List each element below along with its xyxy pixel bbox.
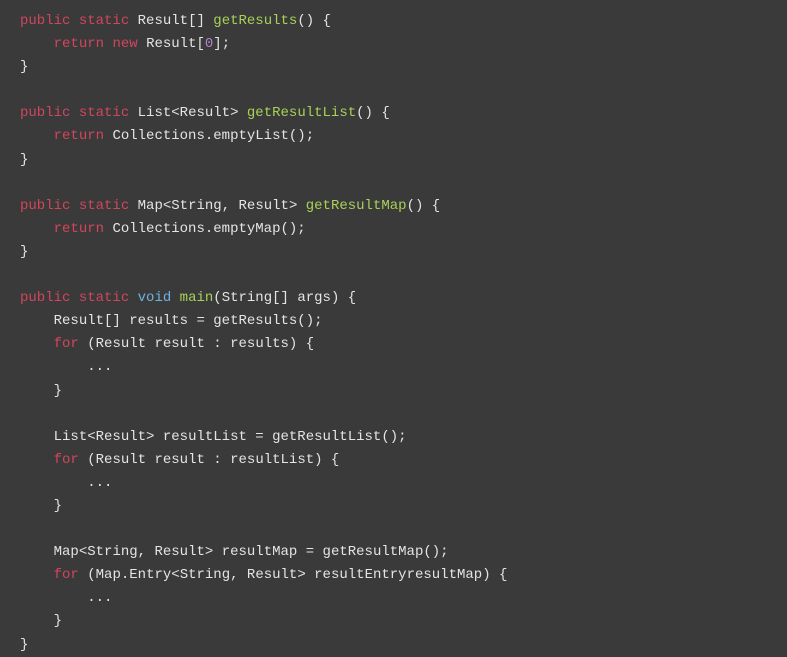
ellipsis: ... xyxy=(87,359,112,375)
keyword-for: for xyxy=(54,336,79,352)
keyword-return: return xyxy=(54,36,104,52)
method-getresultmap: getResultMap xyxy=(306,198,407,214)
code-block: public static Result[] getResults() { re… xyxy=(20,10,767,657)
type-result: Result xyxy=(138,13,188,29)
keyword-new: new xyxy=(112,36,137,52)
method-getresultlist: getResultList xyxy=(247,105,356,121)
keyword-public: public xyxy=(20,13,70,29)
method-main: main xyxy=(180,290,214,306)
keyword-void: void xyxy=(138,290,172,306)
keyword-static: static xyxy=(79,13,129,29)
method-getresults: getResults xyxy=(213,13,297,29)
